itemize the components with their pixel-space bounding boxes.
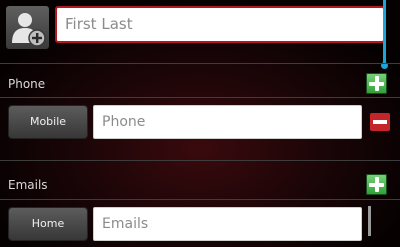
section-divider — [0, 199, 400, 200]
section-divider — [0, 97, 400, 98]
emails-section-label: Emails — [8, 178, 48, 192]
remove-phone-button[interactable] — [370, 113, 390, 131]
add-email-button[interactable] — [366, 174, 387, 195]
person-add-icon — [12, 13, 46, 47]
email-type-button[interactable]: Home — [9, 208, 87, 240]
scroll-indicator — [383, 0, 386, 66]
phone-type-button[interactable]: Mobile — [9, 106, 87, 138]
contact-photo-button[interactable] — [6, 6, 49, 49]
section-divider — [0, 63, 400, 64]
email-input[interactable]: Emails — [93, 207, 362, 241]
field-edge-indicator — [368, 206, 371, 236]
add-phone-button[interactable] — [366, 73, 387, 94]
name-input[interactable]: First Last — [55, 6, 385, 43]
phone-section-label: Phone — [8, 77, 46, 91]
section-divider — [0, 160, 400, 161]
phone-input[interactable]: Phone — [93, 105, 362, 139]
